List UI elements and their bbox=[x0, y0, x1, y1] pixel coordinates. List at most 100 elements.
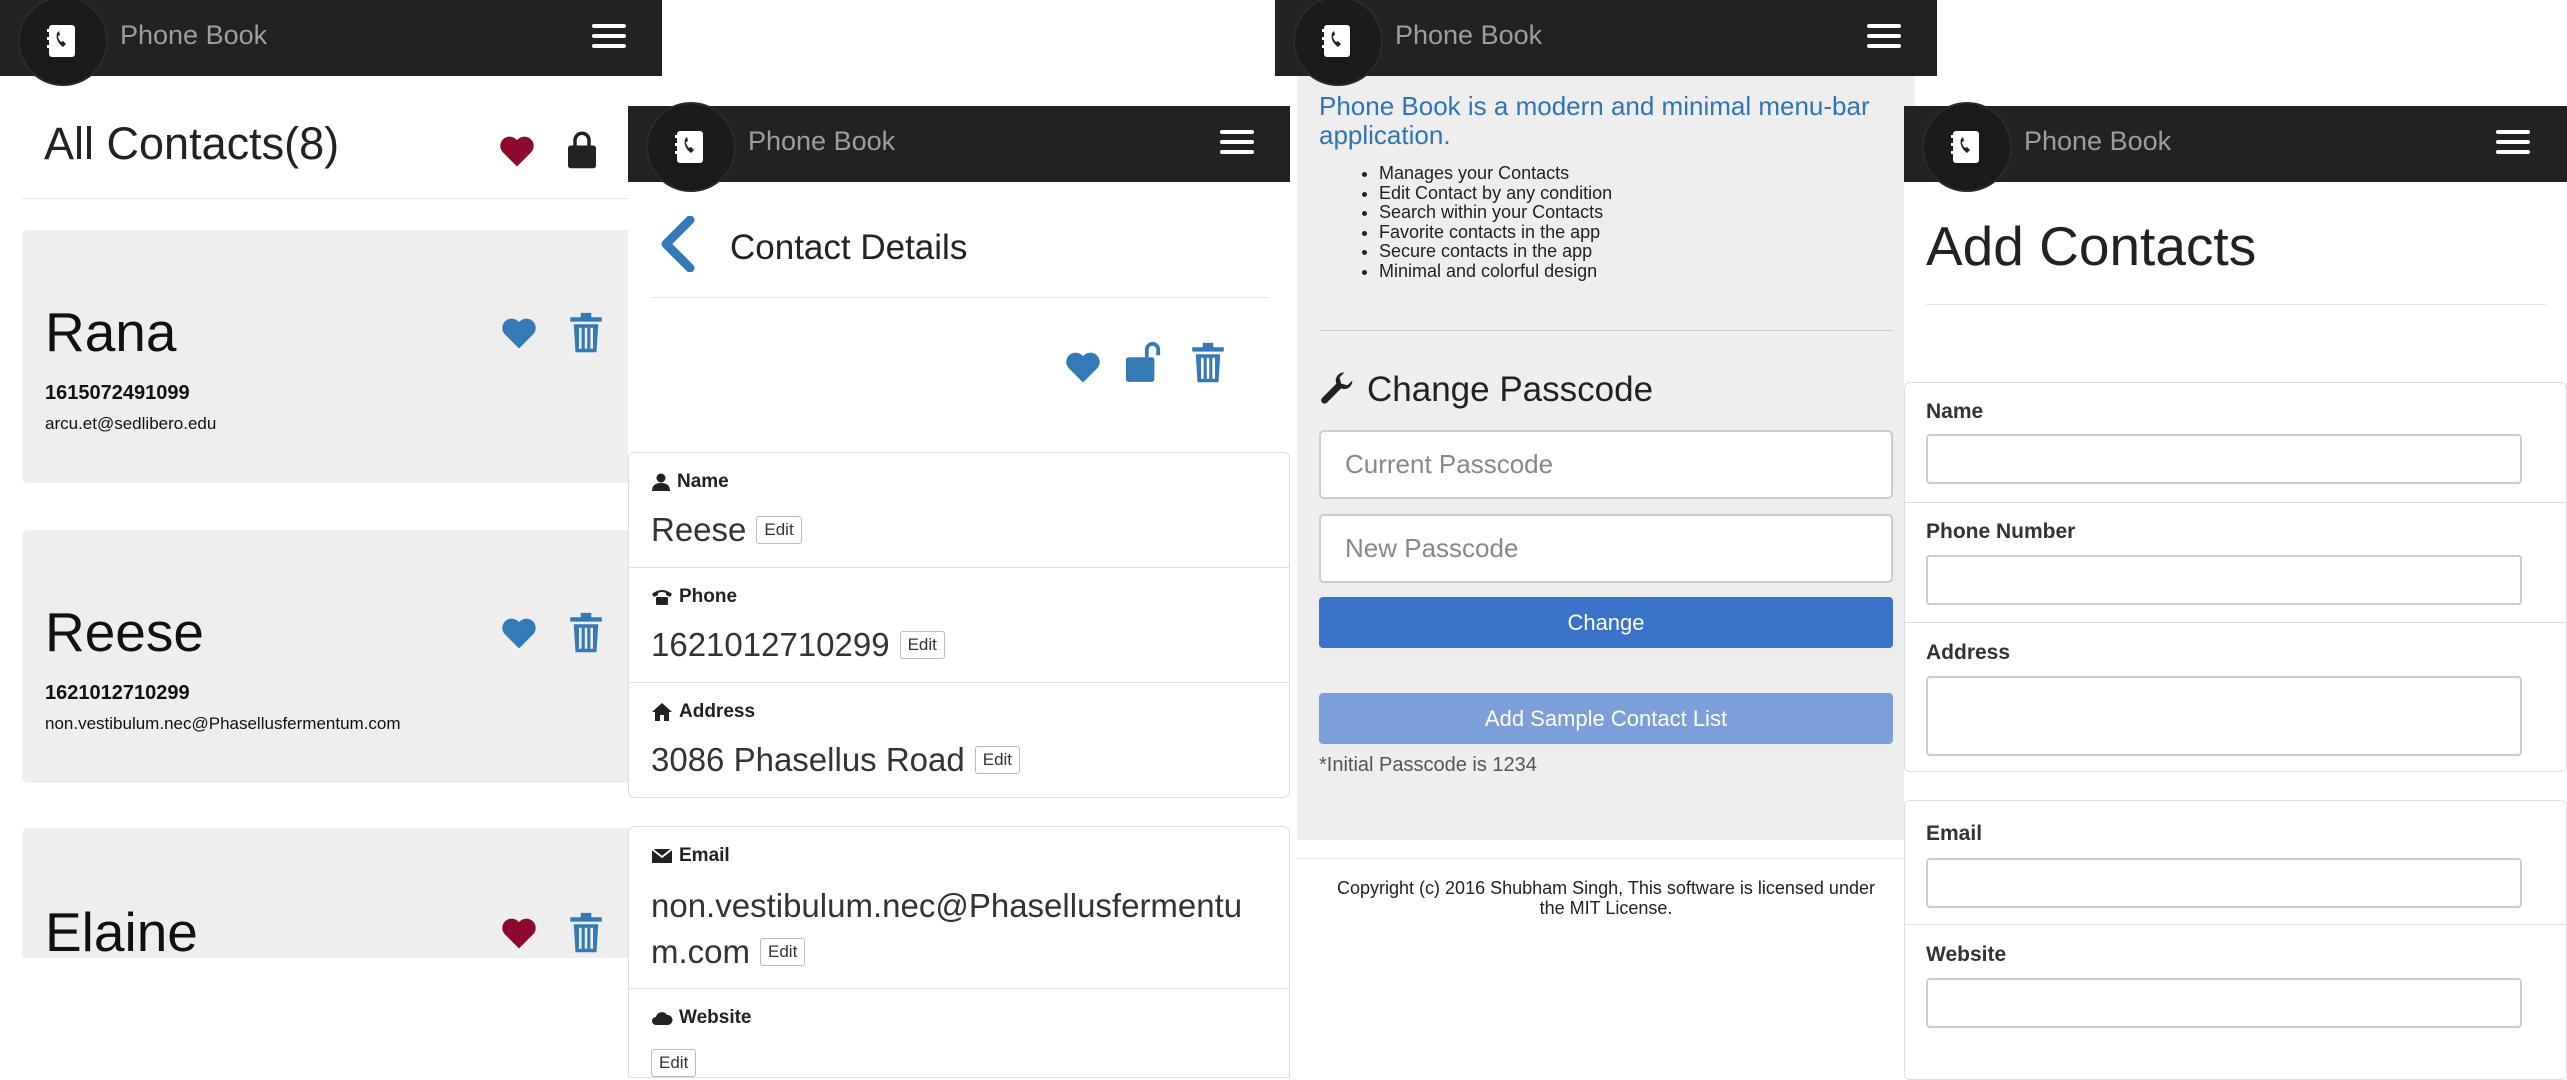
edit-name-button[interactable]: Edit bbox=[756, 516, 802, 544]
menu-toggle-icon[interactable] bbox=[1867, 24, 1901, 48]
unlock-icon[interactable] bbox=[1124, 338, 1162, 384]
detail-row-phone: Phone 1621012710299 Edit bbox=[628, 567, 1290, 683]
address-value-group: 3086 Phasellus Road Edit bbox=[651, 741, 1021, 779]
contact-name[interactable]: Elaine bbox=[45, 900, 198, 958]
envelope-icon bbox=[651, 848, 673, 863]
email-value-line1: non.vestibulum.nec@Phasellusfermentu bbox=[651, 887, 1243, 924]
brand-title[interactable]: Phone Book bbox=[120, 20, 267, 51]
phone-book-logo-icon[interactable] bbox=[646, 102, 736, 192]
divider bbox=[650, 297, 1270, 298]
detail-row-email: Email non.vestibulum.nec@Phasellusfermen… bbox=[628, 826, 1290, 989]
favorites-filter-heart-icon[interactable] bbox=[498, 134, 536, 168]
feature-item: Minimal and colorful design bbox=[1379, 261, 1612, 282]
contact-card[interactable]: Reese 1621012710299 non.vestibulum.nec@P… bbox=[22, 530, 642, 783]
favorite-heart-icon[interactable] bbox=[500, 316, 538, 350]
phone-book-logo-icon[interactable] bbox=[1922, 102, 2012, 192]
website-label: Website bbox=[1926, 943, 2007, 966]
name-label: Name bbox=[677, 471, 729, 492]
menu-toggle-icon[interactable] bbox=[1220, 130, 1254, 154]
wrench-icon bbox=[1321, 372, 1353, 404]
back-chevron-icon[interactable] bbox=[658, 216, 698, 272]
feature-item: Search within your Contacts bbox=[1379, 202, 1612, 223]
feature-item: Edit Contact by any condition bbox=[1379, 183, 1612, 204]
edit-phone-button[interactable]: Edit bbox=[899, 631, 945, 659]
change-button[interactable]: Change bbox=[1319, 597, 1893, 648]
email-input[interactable] bbox=[1926, 858, 2522, 908]
user-icon bbox=[652, 473, 670, 491]
contact-name[interactable]: Reese bbox=[45, 600, 204, 664]
lock-icon[interactable] bbox=[564, 128, 600, 170]
address-value: 3086 Phasellus Road bbox=[651, 741, 965, 778]
email-label: Email bbox=[679, 845, 730, 866]
page-title: All Contacts(8) bbox=[44, 118, 340, 169]
phone-book-logo-icon[interactable] bbox=[18, 0, 108, 86]
divider bbox=[1904, 924, 2567, 925]
email-label: Email bbox=[1926, 822, 1983, 845]
add-sample-contacts-button[interactable]: Add Sample Contact List bbox=[1319, 693, 1893, 744]
phone-value-group: 1621012710299 Edit bbox=[651, 626, 945, 664]
copyright-line: the MIT License. bbox=[1539, 898, 1673, 918]
about-title: Phone Book is a modern and minimal menu-… bbox=[1319, 91, 1870, 150]
current-passcode-input[interactable] bbox=[1321, 432, 1891, 497]
feature-item: Manages your Contacts bbox=[1379, 163, 1612, 184]
address-textarea[interactable] bbox=[1926, 676, 2522, 756]
name-value-group: Reese Edit bbox=[651, 511, 802, 549]
divider bbox=[1926, 304, 2546, 305]
copyright-text: Copyright (c) 2016 Shubham Singh, This s… bbox=[1297, 878, 1915, 918]
menu-toggle-icon[interactable] bbox=[2496, 130, 2530, 154]
change-passcode-title: Change Passcode bbox=[1367, 370, 1654, 409]
website-label: Website bbox=[679, 1007, 752, 1028]
brand-title[interactable]: Phone Book bbox=[748, 126, 895, 157]
brand-title[interactable]: Phone Book bbox=[1395, 20, 1542, 51]
telephone-icon bbox=[652, 590, 672, 605]
divider bbox=[1904, 622, 2567, 623]
email-value-line2-group: m.com Edit bbox=[651, 929, 1242, 975]
feature-item: Favorite contacts in the app bbox=[1379, 222, 1612, 243]
delete-trash-icon[interactable] bbox=[568, 612, 604, 654]
edit-email-button[interactable]: Edit bbox=[760, 938, 806, 966]
favorite-heart-icon[interactable] bbox=[500, 616, 538, 650]
contact-phone: 1615072491099 bbox=[45, 382, 190, 404]
screen-add-contacts: Phone Book Add Contacts Name Phone Numbe… bbox=[1904, 102, 2567, 1080]
footer-divider bbox=[1297, 858, 1915, 859]
divider bbox=[22, 198, 642, 199]
screen-contact-details: Phone Book Contact Details Name Reese Ed… bbox=[628, 102, 1290, 1078]
address-label-group: Address bbox=[651, 701, 755, 723]
name-input[interactable] bbox=[1926, 434, 2522, 484]
phone-label: Phone bbox=[679, 586, 738, 607]
contact-card[interactable]: Rana 1615072491099 arcu.et@sedlibero.edu bbox=[22, 230, 642, 483]
phone-number-input[interactable] bbox=[1926, 555, 2522, 605]
new-passcode-field[interactable] bbox=[1319, 514, 1893, 583]
change-passcode-heading-group: Change Passcode bbox=[1319, 370, 1653, 410]
brand-title[interactable]: Phone Book bbox=[2024, 126, 2171, 157]
screen-all-contacts: Phone Book All Contacts(8) Rana 16150724… bbox=[0, 0, 662, 1064]
contact-card[interactable]: Elaine bbox=[22, 828, 642, 958]
phone-value: 1621012710299 bbox=[651, 626, 890, 663]
email-value-line2: m.com bbox=[651, 933, 750, 970]
name-label-group: Name bbox=[651, 471, 729, 493]
favorite-heart-icon[interactable] bbox=[500, 916, 538, 950]
website-input[interactable] bbox=[1926, 978, 2522, 1028]
contact-email: non.vestibulum.nec@Phasellusfermentum.co… bbox=[45, 714, 401, 733]
delete-trash-icon[interactable] bbox=[568, 912, 604, 954]
edit-website-button[interactable]: Edit bbox=[651, 1049, 697, 1077]
initial-passcode-note: *Initial Passcode is 1234 bbox=[1319, 754, 1537, 776]
website-label-group: Website bbox=[651, 1007, 752, 1029]
name-label: Name bbox=[1926, 400, 1984, 423]
contact-name[interactable]: Rana bbox=[45, 300, 176, 364]
current-passcode-field[interactable] bbox=[1319, 430, 1893, 499]
home-icon bbox=[652, 703, 672, 721]
email-label-group: Email bbox=[651, 845, 730, 867]
new-passcode-input[interactable] bbox=[1321, 516, 1891, 581]
delete-trash-icon[interactable] bbox=[1190, 342, 1226, 384]
name-value: Reese bbox=[651, 511, 747, 548]
menu-toggle-icon[interactable] bbox=[592, 24, 626, 48]
address-label: Address bbox=[1926, 641, 2011, 664]
copyright-line: Copyright (c) 2016 Shubham Singh, This s… bbox=[1337, 878, 1875, 898]
favorite-heart-icon[interactable] bbox=[1064, 350, 1102, 384]
phone-book-logo-icon[interactable] bbox=[1293, 0, 1383, 86]
delete-trash-icon[interactable] bbox=[568, 312, 604, 354]
page-title: Contact Details bbox=[730, 228, 968, 267]
edit-address-button[interactable]: Edit bbox=[974, 746, 1021, 774]
form-group-box bbox=[1904, 800, 2567, 1080]
